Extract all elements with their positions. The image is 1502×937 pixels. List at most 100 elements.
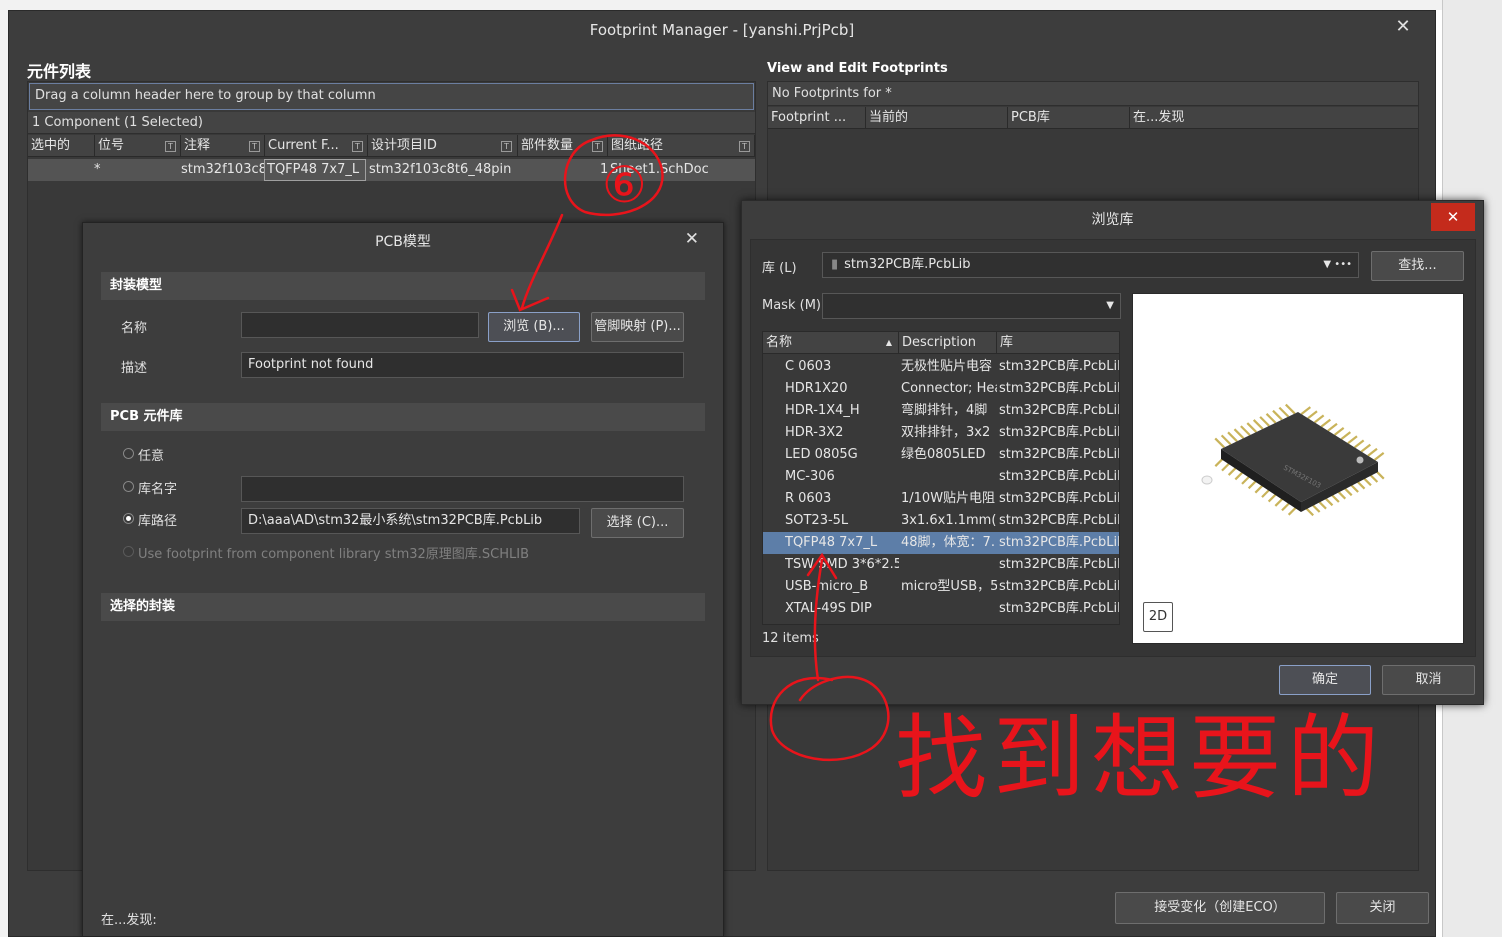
library-dropdown[interactable]: ▮ stm32PCB库.PcbLib ▼ ••• [822, 252, 1359, 278]
libpath-field[interactable]: D:\aaa\AD\stm32最小系统\stm32PCB库.PcbLib [241, 508, 580, 534]
list-item[interactable]: SOT23-5L 3x1.6x1.1mm(长stm32PCB库.PcbLib [763, 510, 1119, 532]
list-cell-desc: 无极性贴片电容 [901, 359, 993, 374]
filter-icon[interactable]: T [165, 141, 176, 152]
list-cell-desc [901, 466, 997, 488]
pin-map-button[interactable]: 管脚映射 (P)... [591, 312, 684, 342]
name-field[interactable] [241, 312, 479, 338]
cell-designator: * [94, 162, 101, 177]
cell-current-footprint[interactable]: TQFP48 7x7_L [264, 159, 366, 181]
accept-changes-button[interactable]: 接受变化（创建ECO） [1115, 892, 1325, 924]
radio-libpath[interactable] [123, 513, 134, 524]
chip-pin [1307, 410, 1318, 420]
chip-pin [1214, 437, 1225, 449]
browse-button[interactable]: 浏览 (B)... [488, 312, 580, 342]
chip-pin [1300, 406, 1312, 415]
cell-part-count: 1 [600, 162, 609, 177]
list-cell-name: HDR1X20 [785, 381, 848, 396]
list-item[interactable]: HDR1X20 Connector; Hea stm32PCB库.PcbLib [763, 378, 1119, 400]
use-component-lib-label: Use footprint from component library stm… [138, 547, 530, 562]
radio-libname-label: 库名字 [138, 482, 178, 497]
pcb-model-dialog: PCB模型 ✕ 封装模型 名称 浏览 (B)... 管脚映射 (P)... 描述… [82, 222, 724, 937]
view-edit-title: View and Edit Footprints [767, 61, 948, 76]
list-cell-name: MC-306 [785, 469, 835, 484]
chip-pin [1285, 403, 1296, 415]
list-item[interactable]: HDR-3X2 双排排针，3x2 stm32PCB库.PcbLib [763, 422, 1119, 444]
filter-icon[interactable]: T [352, 141, 363, 152]
libname-field[interactable] [241, 476, 684, 502]
dropdown-arrow-icon: ▼ [1106, 300, 1114, 311]
list-item[interactable]: C 0603 无极性贴片电容 stm32PCB库.PcbLib [763, 356, 1119, 378]
close-button[interactable]: 关闭 [1336, 892, 1429, 924]
chip-pin [1240, 425, 1251, 436]
component-count: 1 Component (1 Selected) [28, 112, 755, 134]
table-row[interactable]: * stm32f103c8 TQFP48 7x7_L stm32f103c8t6… [28, 159, 755, 181]
chip-pin [1373, 452, 1385, 461]
filter-icon[interactable]: T [592, 141, 603, 152]
chip-pin [1313, 414, 1325, 424]
description-field[interactable]: Footprint not found [241, 352, 684, 378]
radio-any-label: 任意 [138, 449, 165, 464]
list-cell-desc: 1/10W贴片电阻 [901, 491, 996, 506]
list-cell-name: TSW SMD 3*6*2.5 [785, 557, 899, 572]
radio-any[interactable] [123, 448, 134, 459]
list-cell-desc: 48脚，体宽：7. [901, 535, 995, 550]
filter-icon[interactable]: T [249, 141, 260, 152]
column-header-found-in[interactable]: 在...发现 [1130, 107, 1418, 129]
filter-icon[interactable]: T [501, 141, 512, 152]
footprint-list: 名称 ▲ Description 库 C 0603 无极性贴片电容 stm32PCB库… [762, 331, 1120, 625]
radio-use-component-lib[interactable] [123, 546, 134, 557]
list-item[interactable]: R 0603 1/10W贴片电阻 stm32PCB库.PcbLib [763, 488, 1119, 510]
cancel-button[interactable]: 取消 [1382, 665, 1475, 695]
radio-libname[interactable] [123, 481, 134, 492]
close-icon[interactable]: ✕ [685, 229, 699, 249]
list-item[interactable]: MC-306 stm32PCB库.PcbLib [763, 466, 1119, 488]
name-label: 名称 [121, 321, 148, 336]
column-header-pcb-lib[interactable]: PCB库 [1008, 107, 1130, 129]
list-cell-name: XTAL-49S DIP [785, 601, 872, 616]
list-cell-lib: stm32PCB库.PcbLib [999, 447, 1119, 462]
browse-content: 库 (L) ▮ stm32PCB库.PcbLib ▼ ••• 查找... Mask… [750, 239, 1476, 657]
chip-pin [1367, 447, 1378, 457]
chip-pin [1320, 418, 1332, 428]
column-header-footprint[interactable]: Footprint ... [768, 107, 866, 129]
mask-dropdown[interactable]: ▼ [822, 293, 1121, 319]
footprint-3d-preview[interactable]: STM32F103 2D [1132, 293, 1464, 644]
column-header-sheet-path[interactable]: 图纸路径 [608, 135, 755, 157]
column-header-description[interactable]: Description [899, 332, 997, 354]
chip-pin [1353, 439, 1365, 449]
no-footprints-label: No Footprints for * [768, 82, 1418, 106]
column-header-library[interactable]: 库 [997, 332, 1119, 354]
mask-label: Mask (M) [762, 298, 821, 313]
column-header-selected[interactable]: 选中的 [28, 135, 95, 157]
cell-sheet-path: Sheet1.SchDoc [610, 162, 709, 177]
list-cell-desc [901, 554, 997, 576]
list-cell-name: SOT23-5L [785, 513, 849, 528]
list-cell-lib: stm32PCB库.PcbLib [999, 491, 1119, 506]
cell-comment: stm32f103c8 [181, 162, 265, 177]
list-item[interactable]: HDR-1X4_H 弯脚排针，4脚 stm32PCB库.PcbLib [763, 400, 1119, 422]
column-header-design-id[interactable]: 设计项目ID [368, 135, 518, 157]
list-item[interactable]: USB-micro_B micro型USB，5 stm32PCB库.PcbLib [763, 576, 1119, 598]
list-item[interactable]: TQFP48 7x7_L 48脚，体宽：7. stm32PCB库.PcbLib [763, 532, 1119, 554]
list-item[interactable]: XTAL-49S DIP stm32PCB库.PcbLib [763, 598, 1119, 620]
find-button[interactable]: 查找... [1371, 251, 1464, 281]
column-header-current[interactable]: 当前的 [866, 107, 1008, 129]
select-button[interactable]: 选择 (C)... [591, 508, 684, 538]
ok-button[interactable]: 确定 [1279, 665, 1371, 695]
list-cell-lib: stm32PCB库.PcbLib [999, 425, 1119, 440]
list-cell-lib: stm32PCB库.PcbLib [999, 381, 1119, 396]
library-file-icon: ▮ [831, 257, 839, 272]
list-cell-name: HDR-1X4_H [785, 403, 860, 418]
view-2d-button[interactable]: 2D [1143, 602, 1173, 632]
filter-icon[interactable]: T [739, 141, 750, 152]
list-item[interactable]: TSW SMD 3*6*2.5 stm32PCB库.PcbLib [763, 554, 1119, 576]
close-icon[interactable]: ✕ [1393, 16, 1413, 37]
section-selected-footprint: 选择的封装 [101, 593, 705, 621]
component-list-title: 元件列表 [27, 62, 92, 81]
column-header-name[interactable]: 名称 ▲ [763, 332, 899, 354]
group-by-bar[interactable]: Drag a column header here to group by th… [29, 83, 754, 110]
list-cell-name: LED 0805G [785, 447, 858, 462]
list-item[interactable]: LED 0805G 绿色0805LED stm32PCB库.PcbLib [763, 444, 1119, 466]
tqfp48-chip-image: STM32F103 [1201, 403, 1385, 517]
close-icon[interactable]: ✕ [1431, 203, 1475, 231]
